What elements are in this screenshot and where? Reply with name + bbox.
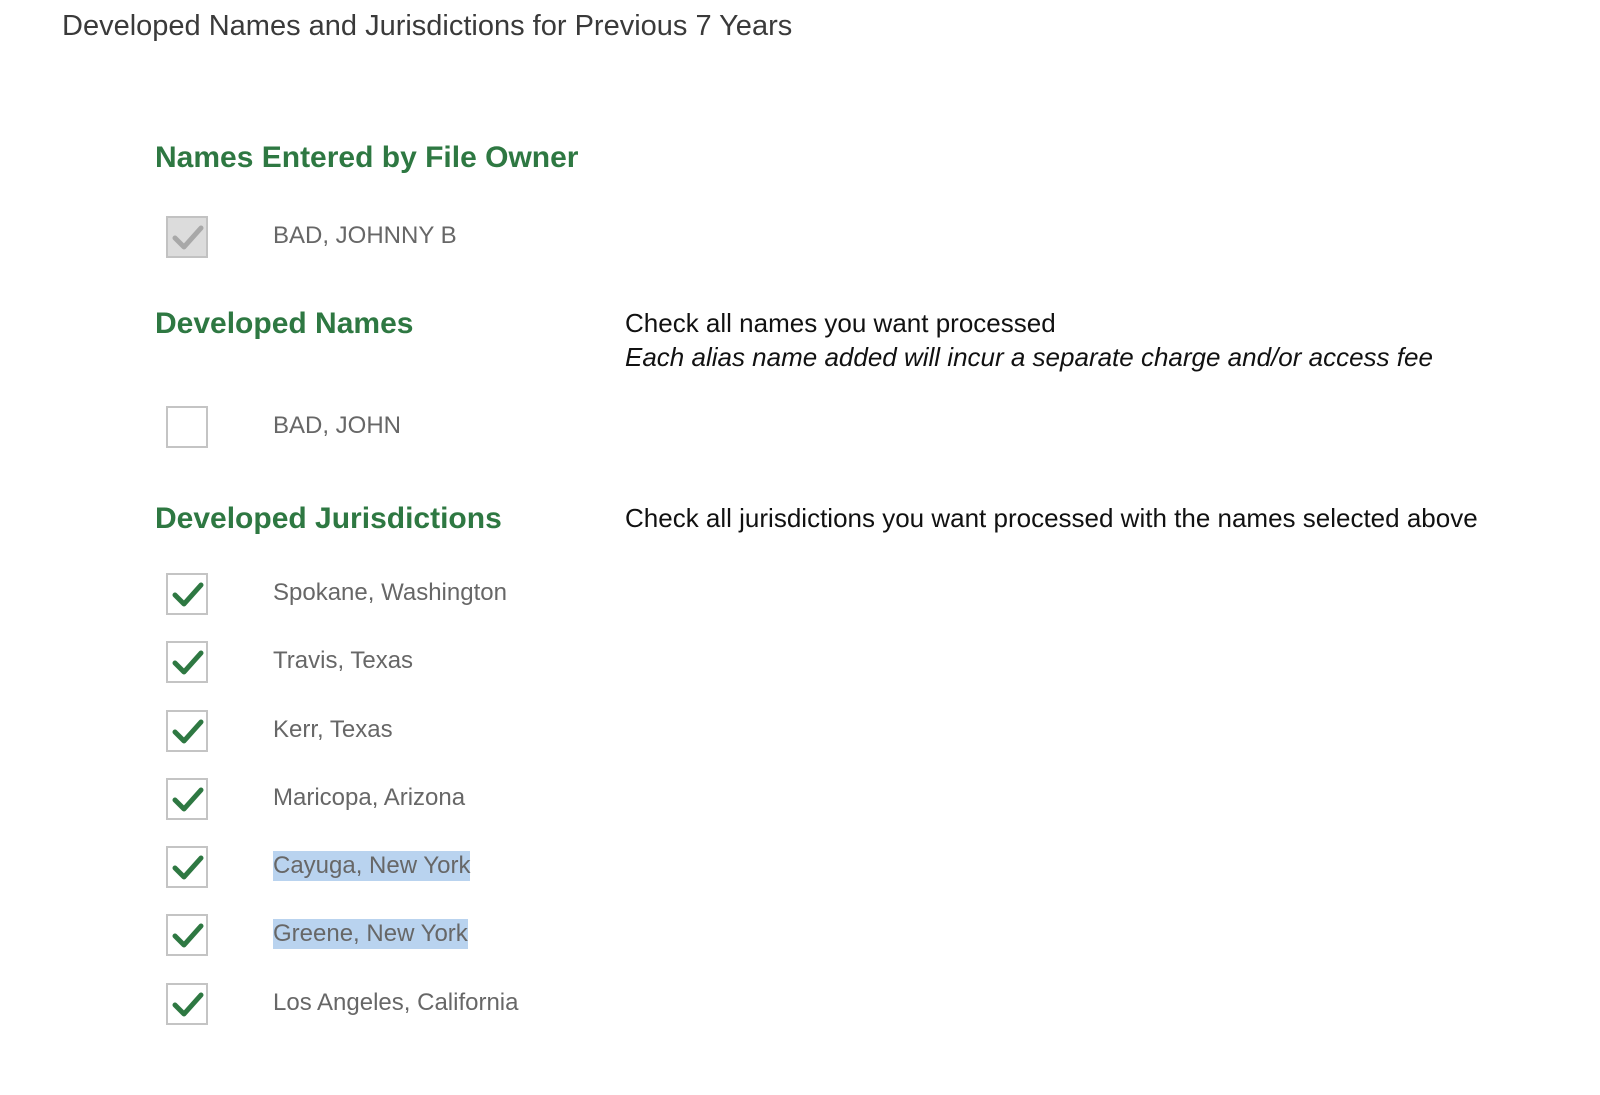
jurisdiction-row-cayuga[interactable]: Cayuga, New York (166, 846, 766, 892)
developed-names-instruction: Check all names you want processed (625, 308, 1056, 338)
jurisdiction-checkbox-los-angeles[interactable] (166, 983, 208, 1025)
jurisdiction-row-kerr[interactable]: Kerr, Texas (166, 710, 766, 756)
checkmark-icon (172, 650, 204, 675)
jurisdiction-label-spokane[interactable]: Spokane, Washington (273, 578, 507, 608)
alias-fee-note: Each alias name added will incur a separ… (625, 342, 1433, 372)
jurisdictions-instruction: Check all jurisdictions you want process… (625, 503, 1478, 533)
checkmark-icon (172, 992, 204, 1017)
jurisdiction-row-travis[interactable]: Travis, Texas (166, 641, 766, 687)
jurisdiction-label-cayuga[interactable]: Cayuga, New York (273, 851, 471, 881)
jurisdiction-checkbox-kerr[interactable] (166, 710, 208, 752)
jurisdiction-checkbox-greene[interactable] (166, 914, 208, 956)
jurisdiction-checkbox-maricopa[interactable] (166, 778, 208, 820)
developed-jurisdictions-heading: Developed Jurisdictions (155, 502, 502, 535)
jurisdictions-instructions: Check all jurisdictions you want process… (625, 501, 1478, 535)
jurisdiction-row-maricopa[interactable]: Maricopa, Arizona (166, 778, 766, 824)
jurisdiction-checkbox-spokane[interactable] (166, 573, 208, 615)
checkmark-icon (172, 855, 204, 880)
developed-name-label[interactable]: BAD, JOHN (273, 411, 401, 441)
checkmark-icon (172, 719, 204, 744)
jurisdiction-label-greene[interactable]: Greene, New York (273, 919, 468, 949)
jurisdiction-checkbox-cayuga[interactable] (166, 846, 208, 888)
checkmark-icon (172, 225, 204, 250)
owner-names-heading: Names Entered by File Owner (155, 141, 579, 174)
checkmark-icon (172, 923, 204, 948)
owner-name-row: BAD, JOHNNY B (166, 216, 766, 262)
page-title: Developed Names and Jurisdictions for Pr… (62, 10, 793, 42)
developed-names-heading: Developed Names (155, 307, 414, 340)
jurisdiction-label-kerr[interactable]: Kerr, Texas (273, 715, 393, 745)
jurisdiction-label-maricopa[interactable]: Maricopa, Arizona (273, 783, 465, 813)
checkmark-icon (172, 787, 204, 812)
jurisdiction-row-los-angeles[interactable]: Los Angeles, California (166, 983, 766, 1029)
owner-name-checkbox (166, 216, 208, 258)
developed-name-row[interactable]: BAD, JOHN (166, 406, 766, 452)
jurisdiction-checkbox-travis[interactable] (166, 641, 208, 683)
developed-name-checkbox[interactable] (166, 406, 208, 448)
developed-names-instructions: Check all names you want processed Each … (625, 306, 1433, 374)
jurisdiction-row-greene[interactable]: Greene, New York (166, 914, 766, 960)
jurisdiction-label-los-angeles[interactable]: Los Angeles, California (273, 988, 518, 1018)
owner-name-label: BAD, JOHNNY B (273, 222, 457, 249)
jurisdiction-row-spokane[interactable]: Spokane, Washington (166, 573, 766, 619)
checkmark-icon (172, 582, 204, 607)
jurisdiction-label-travis[interactable]: Travis, Texas (273, 646, 413, 676)
